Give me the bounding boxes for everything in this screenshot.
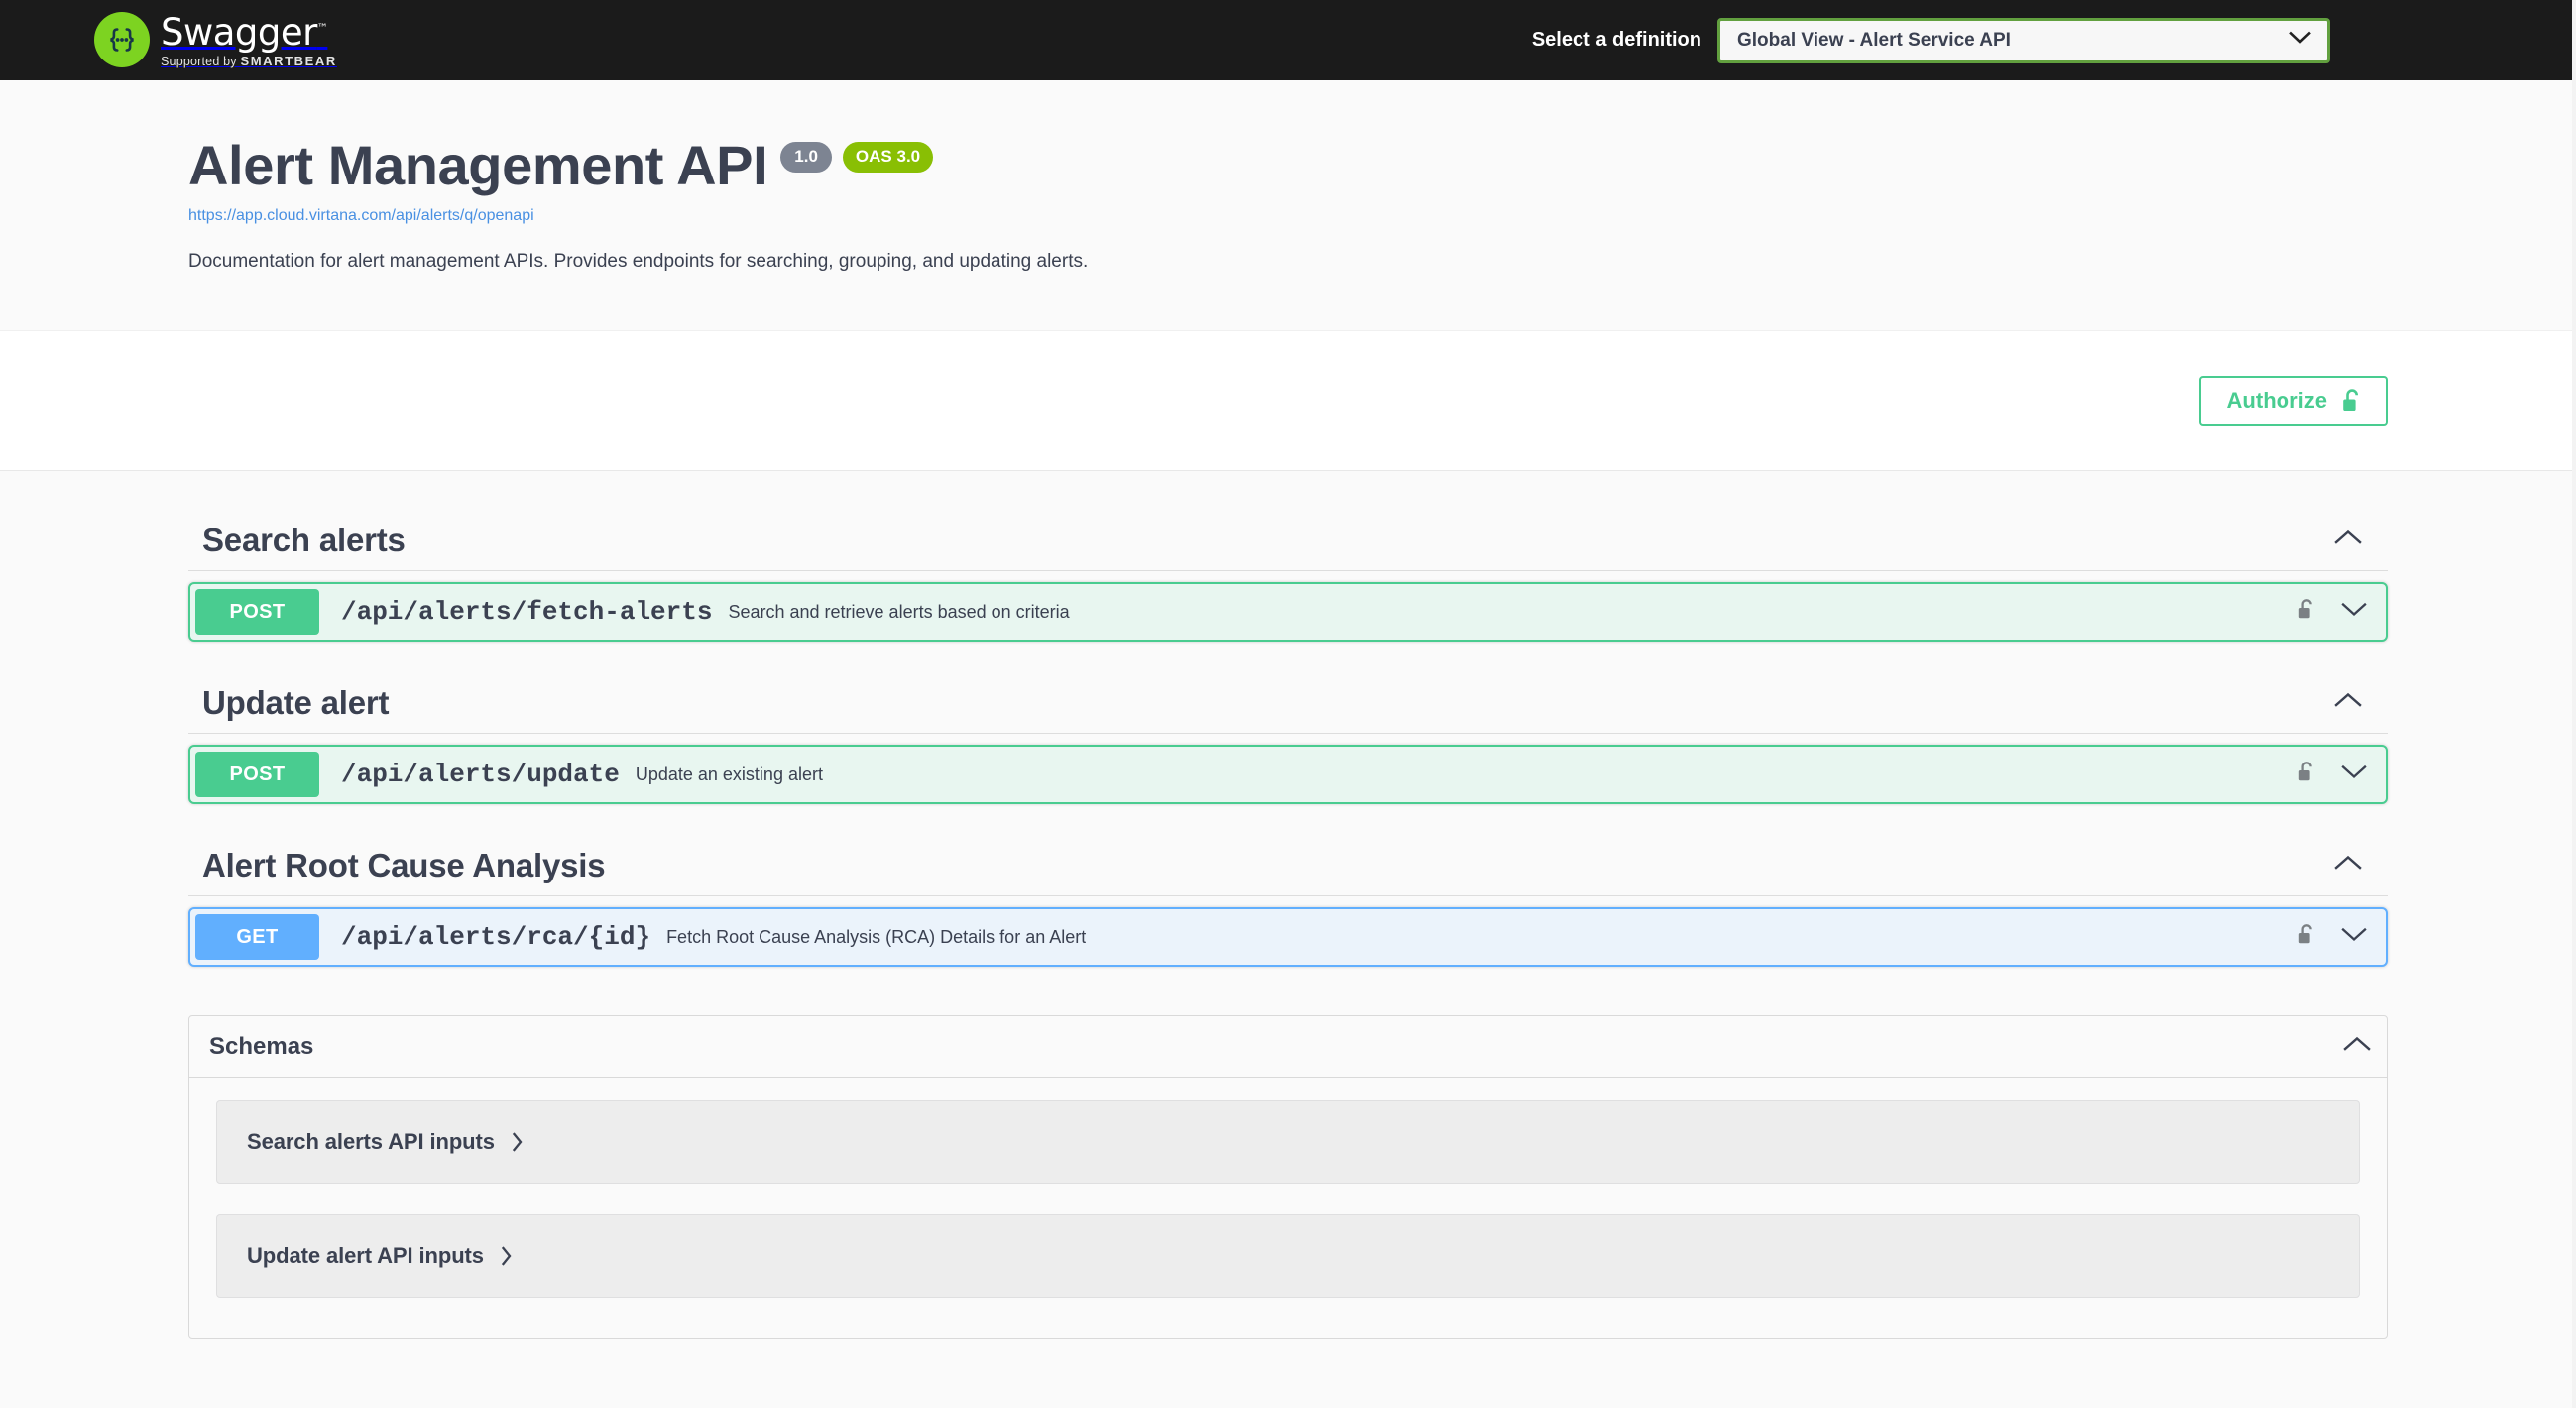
- unlocked-padlock-icon: [2341, 388, 2363, 413]
- page-scrollbar[interactable]: [2572, 0, 2576, 1408]
- definition-selector-group: Select a definition Global View - Alert …: [1531, 17, 2330, 63]
- api-description: Documentation for alert management APIs.…: [188, 250, 1089, 272]
- definition-select-value: Global View - Alert Service API: [1737, 29, 2011, 51]
- operation-row[interactable]: POST /api/alerts/update Update an existi…: [188, 745, 2388, 805]
- tag-title: Alert Root Cause Analysis: [202, 846, 606, 883]
- oas-badge: OAS 3.0: [842, 141, 934, 173]
- page-title: Alert Management API: [188, 134, 768, 196]
- operation-path: /api/alerts/rca/{id}: [341, 922, 651, 953]
- supported-by-text: Supported by SMARTBEAR: [161, 53, 337, 68]
- trademark-mark: ™: [316, 21, 328, 35]
- chevron-right-icon[interactable]: [500, 1245, 514, 1267]
- unlocked-padlock-icon[interactable]: [2297, 598, 2316, 626]
- http-method-badge: POST: [195, 752, 319, 798]
- schema-model-name: Search alerts API inputs: [247, 1128, 495, 1154]
- api-info-band: Alert Management API 1.0 OAS 3.0 https:/…: [0, 80, 2576, 331]
- chevron-down-icon[interactable]: [2340, 926, 2368, 948]
- operation-row[interactable]: POST /api/alerts/fetch-alerts Search and…: [188, 582, 2388, 643]
- swagger-logo-link[interactable]: Swagger™ Supported by SMARTBEAR: [94, 12, 337, 68]
- chevron-up-icon[interactable]: [2333, 691, 2363, 714]
- definition-select[interactable]: Global View - Alert Service API: [1717, 17, 2330, 63]
- chevron-down-icon: [2289, 31, 2311, 50]
- tag-title: Update alert: [202, 683, 390, 721]
- operations-area: Search alerts POST /api/alerts/fetch-ale…: [0, 470, 2576, 1379]
- schema-model-row[interactable]: Search alerts API inputs: [216, 1100, 2360, 1185]
- schemas-section: Schemas Search alerts API inputs Update …: [188, 1015, 2388, 1340]
- version-badge: 1.0: [780, 141, 832, 173]
- tag-header-search-alerts[interactable]: Search alerts: [188, 509, 2388, 572]
- http-method-badge: GET: [195, 914, 319, 961]
- operation-summary: Fetch Root Cause Analysis (RCA) Details …: [666, 926, 1087, 947]
- authorize-button[interactable]: Authorize: [2198, 375, 2388, 426]
- tag-header-alert-root-cause-analysis[interactable]: Alert Root Cause Analysis: [188, 834, 2388, 897]
- chevron-up-icon[interactable]: [2342, 1035, 2372, 1058]
- unlocked-padlock-icon[interactable]: [2297, 923, 2316, 951]
- authorize-band: Authorize: [0, 330, 2576, 471]
- chevron-down-icon[interactable]: [2340, 601, 2368, 623]
- operation-summary: Search and retrieve alerts based on crit…: [728, 601, 1070, 622]
- chevron-up-icon[interactable]: [2333, 854, 2363, 877]
- operation-path: /api/alerts/fetch-alerts: [341, 597, 713, 628]
- tag-section-alert-root-cause-analysis: Alert Root Cause Analysis GET /api/alert…: [188, 834, 2388, 968]
- definition-label: Select a definition: [1531, 29, 1701, 51]
- operation-summary: Update an existing alert: [635, 763, 823, 784]
- unlocked-padlock-icon[interactable]: [2297, 761, 2316, 788]
- schemas-list: Search alerts API inputs Update alert AP…: [189, 1078, 2387, 1338]
- chevron-down-icon[interactable]: [2340, 763, 2368, 785]
- tag-header-update-alert[interactable]: Update alert: [188, 671, 2388, 735]
- chevron-up-icon[interactable]: [2333, 528, 2363, 551]
- chevron-right-icon[interactable]: [511, 1131, 525, 1153]
- schemas-header[interactable]: Schemas: [189, 1016, 2387, 1079]
- operation-row[interactable]: GET /api/alerts/rca/{id} Fetch Root Caus…: [188, 907, 2388, 968]
- schema-model-row[interactable]: Update alert API inputs: [216, 1214, 2360, 1299]
- smartbear-brand: SMARTBEAR: [240, 53, 337, 68]
- spec-url-link[interactable]: https://app.cloud.virtana.com/api/alerts…: [188, 207, 534, 225]
- swagger-logo-icon: [94, 12, 150, 68]
- tag-section-update-alert: Update alert POST /api/alerts/update Upd…: [188, 671, 2388, 805]
- schemas-title: Schemas: [209, 1032, 314, 1060]
- schema-model-name: Update alert API inputs: [247, 1242, 484, 1268]
- tag-section-search-alerts: Search alerts POST /api/alerts/fetch-ale…: [188, 509, 2388, 643]
- http-method-badge: POST: [195, 589, 319, 636]
- authorize-button-label: Authorize: [2226, 387, 2327, 412]
- api-title-row: Alert Management API 1.0 OAS 3.0: [188, 134, 2388, 196]
- tag-title: Search alerts: [202, 521, 406, 558]
- swagger-wordmark: Swagger™: [161, 11, 328, 55]
- topbar: Swagger™ Supported by SMARTBEAR Select a…: [0, 0, 2576, 80]
- operation-path: /api/alerts/update: [341, 760, 620, 790]
